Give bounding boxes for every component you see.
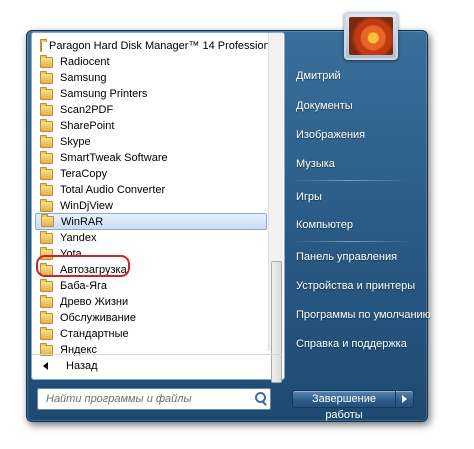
program-item-skype[interactable]: Skype (35, 134, 267, 150)
right-item-user[interactable]: Дмитрий (296, 70, 341, 82)
program-label: Samsung Printers (60, 88, 148, 100)
program-label: WinDjView (60, 200, 113, 212)
folder-icon (40, 118, 53, 132)
folder-icon (40, 230, 53, 244)
program-item-teracopy[interactable]: TeraCopy (35, 166, 267, 182)
program-label: Radiocent (60, 56, 110, 68)
folder-icon (40, 134, 53, 148)
programs-panel: Paragon Hard Disk Manager™ 14 Profession… (31, 32, 285, 380)
program-label: Баба-Яга (60, 280, 107, 292)
back-button[interactable]: Назад (32, 354, 282, 377)
program-label: SharePoint (60, 120, 115, 132)
right-item-control-panel[interactable]: Панель управления (296, 251, 397, 263)
flower-avatar-icon (349, 17, 393, 55)
folder-icon (40, 166, 53, 180)
program-label: Paragon Hard Disk Manager™ 14 Profession… (49, 40, 279, 52)
program-label: Total Audio Converter (60, 184, 166, 196)
search-box[interactable] (37, 388, 271, 410)
annotation-highlight-oval (36, 255, 130, 277)
right-item-computer[interactable]: Компьютер (296, 219, 353, 231)
folder-icon (40, 102, 53, 116)
folder-icon (40, 70, 53, 84)
folder-icon (40, 150, 53, 164)
program-item-yandex[interactable]: Yandex (35, 230, 267, 246)
program-item-total-audio-converter[interactable]: Total Audio Converter (35, 182, 267, 198)
folder-icon (40, 86, 53, 100)
program-label: TeraCopy (60, 168, 108, 180)
program-item-samsung[interactable]: Samsung (35, 70, 267, 86)
user-picture[interactable] (344, 12, 398, 60)
programs-scrollbar[interactable] (268, 33, 283, 383)
folder-icon (40, 38, 47, 52)
program-label: Стандартные (60, 328, 129, 340)
folder-icon (40, 182, 53, 196)
folder-icon (40, 326, 53, 340)
programs-list: Paragon Hard Disk Manager™ 14 Profession… (32, 33, 278, 356)
program-item-accessories[interactable]: Стандартные (35, 326, 267, 342)
right-item-devices-printers[interactable]: Устройства и принтеры (296, 280, 415, 292)
program-label: Scan2PDF (60, 104, 114, 116)
program-item-baba-yaga[interactable]: Баба-Яга (35, 278, 267, 294)
triangle-right-icon (402, 395, 407, 403)
program-item-drevo-zhizni[interactable]: Древо Жизни (35, 294, 267, 310)
folder-icon (40, 294, 53, 308)
back-label: Назад (66, 360, 98, 372)
right-item-default-programs[interactable]: Программы по умолчанию (296, 309, 431, 321)
right-item-pictures[interactable]: Изображения (296, 129, 365, 141)
program-item-sharepoint[interactable]: SharePoint (35, 118, 267, 134)
program-label: Древо Жизни (60, 296, 129, 308)
program-item-paragon[interactable]: Paragon Hard Disk Manager™ 14 Profession… (35, 38, 278, 54)
program-label: WinRAR (61, 215, 104, 228)
program-item-smarttweak[interactable]: SmartTweak Software (35, 150, 267, 166)
program-item-radiocent[interactable]: Radiocent (35, 54, 267, 70)
right-item-documents[interactable]: Документы (296, 100, 353, 112)
shutdown-options-button[interactable] (396, 390, 414, 408)
program-item-scan2pdf[interactable]: Scan2PDF (35, 102, 267, 118)
search-input[interactable] (38, 390, 252, 408)
right-item-games[interactable]: Игры (296, 191, 322, 203)
right-item-music[interactable]: Музыка (296, 158, 335, 170)
program-item-winrar[interactable]: WinRAR (35, 213, 267, 230)
program-label: Samsung (60, 72, 107, 84)
program-item-maintenance[interactable]: Обслуживание (35, 310, 267, 326)
shutdown-button[interactable]: Завершение работы (292, 390, 396, 421)
folder-icon (41, 214, 54, 227)
right-separator (292, 241, 410, 242)
search-icon[interactable] (252, 390, 270, 408)
folder-icon (40, 278, 53, 292)
folder-icon (40, 198, 53, 212)
program-label: Yandex (60, 232, 97, 244)
program-item-samsung-printers[interactable]: Samsung Printers (35, 86, 267, 102)
folder-icon (40, 310, 53, 324)
triangle-left-icon (43, 362, 48, 370)
folder-icon (40, 54, 53, 68)
program-label: SmartTweak Software (60, 152, 168, 164)
program-item-windjview[interactable]: WinDjView (35, 198, 267, 214)
program-label: Skype (60, 136, 91, 148)
program-label: Обслуживание (60, 312, 136, 324)
right-item-help-support[interactable]: Справка и поддержка (296, 338, 407, 350)
right-separator (292, 180, 410, 181)
